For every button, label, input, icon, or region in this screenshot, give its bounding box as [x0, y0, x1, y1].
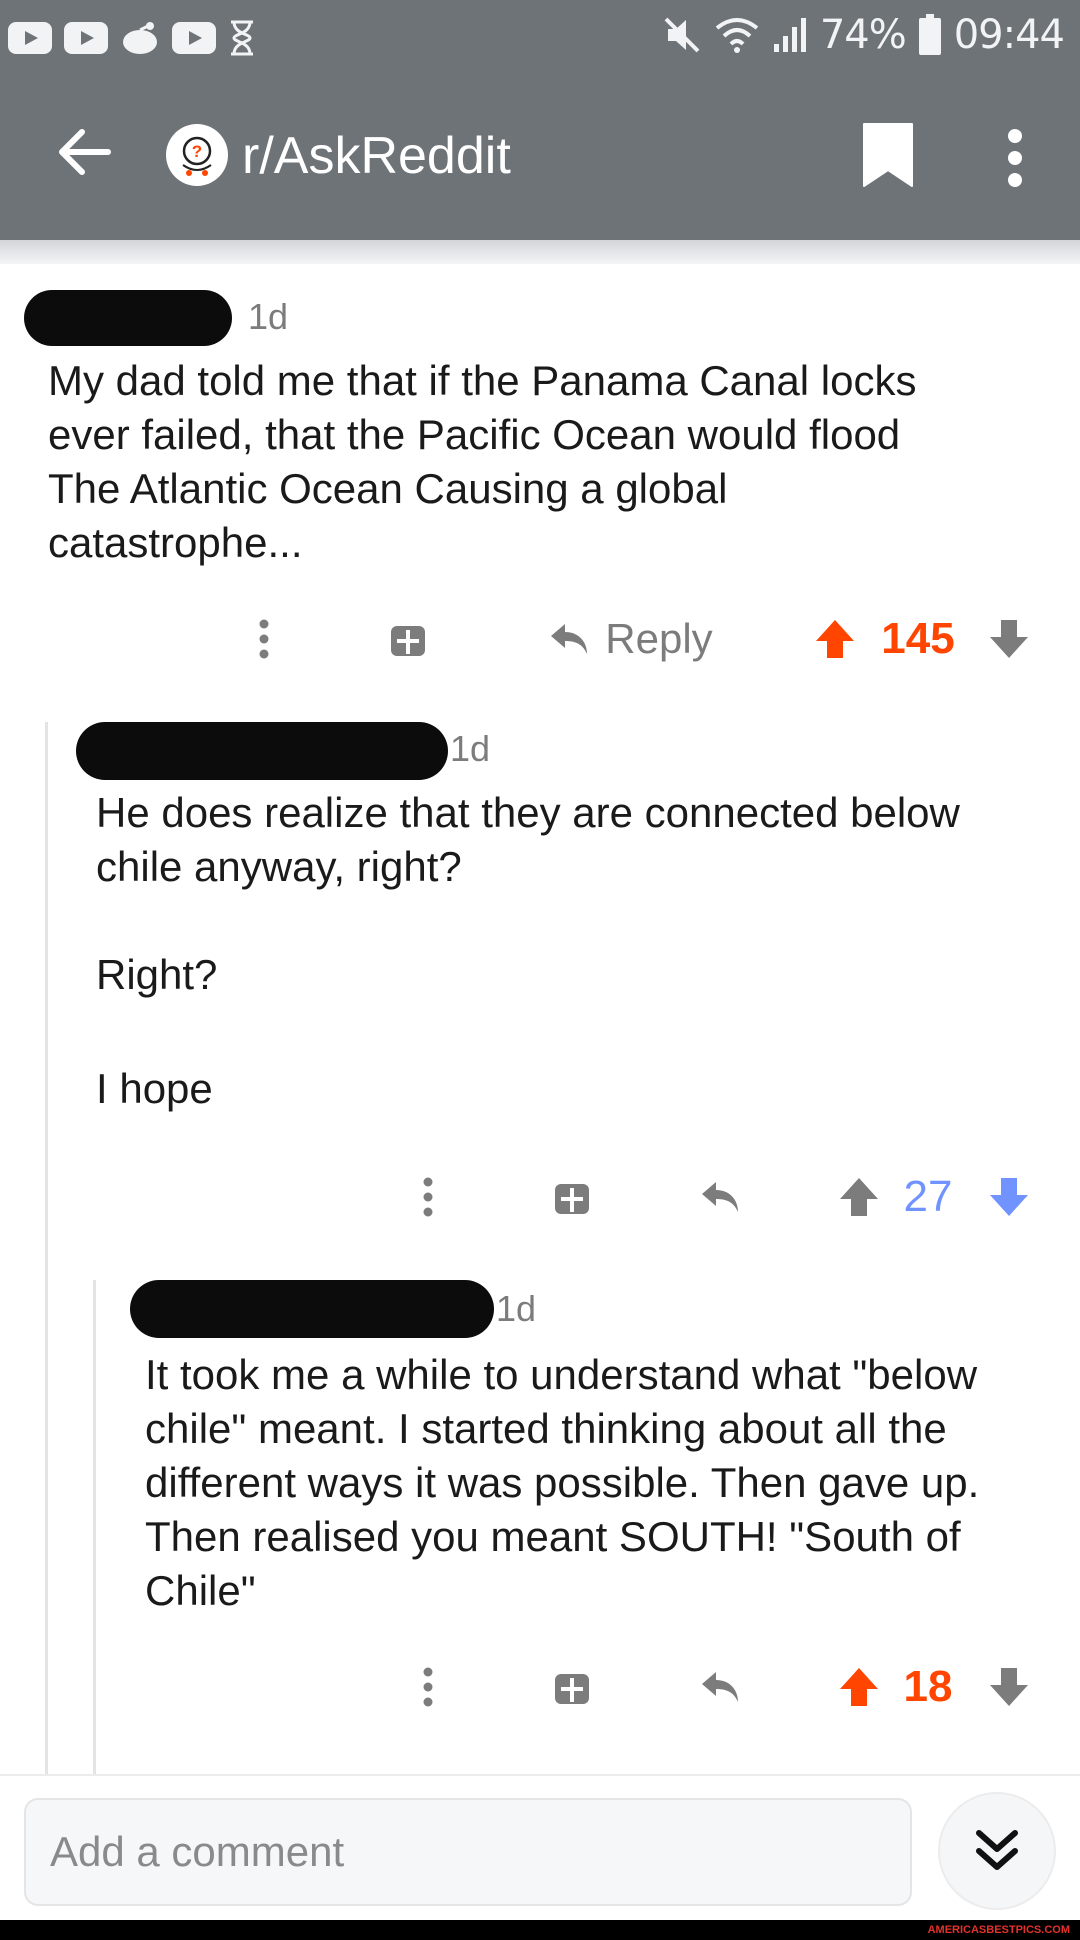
reply-button[interactable] [692, 1652, 748, 1722]
reddit-notification-icon [120, 20, 160, 56]
gift-icon [391, 626, 425, 656]
reply-icon [702, 1672, 738, 1702]
mute-icon [662, 17, 702, 53]
reply-label: Reply [605, 615, 713, 662]
comment-paragraph: It took me a while to understand what "b… [145, 1351, 980, 1614]
redacted-username [130, 1280, 494, 1338]
downvote-button[interactable] [984, 1162, 1034, 1232]
svg-text:?: ? [192, 142, 202, 161]
comment-paragraph: I hope [96, 1065, 213, 1112]
comment-age: 1d [496, 1288, 537, 1329]
redacted-username [24, 290, 232, 346]
award-button[interactable] [550, 1652, 594, 1722]
award-button[interactable] [550, 1162, 594, 1232]
more-vertical-icon [1008, 129, 1022, 187]
downvote-arrow-icon [990, 1668, 1028, 1706]
battery-percent: 74% [819, 12, 907, 58]
comment-paragraph: He does realize that they are connected … [96, 789, 960, 890]
vote-score: 145 [881, 614, 955, 663]
chevron-double-down-icon [976, 1830, 1018, 1870]
watermark-strip: AMERICASBESTPICS.COM [0, 1920, 1080, 1940]
bookmark-icon [863, 123, 913, 187]
gift-icon [555, 1184, 589, 1214]
vote-score: 27 [903, 1172, 953, 1221]
reply-button[interactable]: Reply [530, 604, 730, 674]
comment-paragraph: Right? [96, 951, 218, 998]
wifi-icon [714, 17, 760, 53]
comment-body: My dad told me that if the Panama Canal … [48, 354, 928, 570]
vote-score: 18 [903, 1662, 953, 1711]
app-bar: ? r/AskReddit [0, 76, 1080, 240]
status-bar: 74% 09:44 [0, 0, 1080, 76]
upvote-arrow-icon [816, 620, 854, 658]
comment-actions: 27 [48, 1162, 1080, 1232]
upvote-arrow-icon [840, 1668, 878, 1706]
more-options-button[interactable] [410, 1162, 446, 1232]
comment-age: 1d [450, 728, 491, 769]
youtube-notification-icon [172, 20, 216, 56]
downvote-button[interactable] [984, 604, 1034, 674]
more-vertical-icon [423, 1177, 433, 1217]
upvote-arrow-icon [840, 1178, 878, 1216]
comment-composer-bar [0, 1774, 1080, 1920]
more-options-button[interactable] [990, 120, 1040, 196]
app-bar-shadow [0, 240, 1080, 264]
signal-icon [772, 17, 808, 53]
gift-icon [555, 1674, 589, 1704]
upvote-button[interactable] [834, 1162, 884, 1232]
more-options-button[interactable] [246, 604, 282, 674]
comment-actions: Reply 145 [0, 604, 1080, 674]
notification-icons [8, 20, 256, 56]
reply-icon [702, 1182, 738, 1212]
watermark: AMERICASBESTPICS.COM [927, 1924, 1070, 1936]
back-button[interactable] [48, 116, 120, 188]
add-comment-input[interactable] [24, 1798, 912, 1906]
more-options-button[interactable] [410, 1652, 446, 1722]
subreddit-title[interactable]: r/AskReddit [242, 126, 511, 186]
downvote-arrow-icon [990, 620, 1028, 658]
comment-body: He does realize that they are connected … [96, 786, 1046, 1116]
upvote-button[interactable] [834, 1652, 884, 1722]
downvote-button[interactable] [984, 1652, 1034, 1722]
battery-icon [918, 14, 942, 55]
more-vertical-icon [423, 1667, 433, 1707]
comment-actions: 18 [96, 1652, 1080, 1722]
redacted-username [76, 722, 448, 780]
askreddit-logo-icon: ? [182, 136, 212, 176]
hourglass-icon [228, 20, 256, 56]
comment-body: It took me a while to understand what "b… [145, 1348, 1070, 1618]
reply-button[interactable] [692, 1162, 748, 1232]
comment-age: 1d [248, 296, 289, 337]
jump-next-comment-button[interactable] [938, 1792, 1056, 1910]
comment-paragraph: My dad told me that if the Panama Canal … [48, 357, 917, 566]
youtube-notification-icon [8, 20, 52, 56]
subreddit-avatar[interactable]: ? [166, 124, 228, 186]
more-vertical-icon [259, 619, 269, 659]
downvote-arrow-icon [990, 1178, 1028, 1216]
reply-icon [551, 624, 588, 654]
comment: 1d It took me a while to understand what… [96, 1266, 1080, 1736]
upvote-button[interactable] [810, 604, 860, 674]
system-status: 74% 09:44 [662, 12, 1065, 58]
clock: 09:44 [953, 12, 1065, 58]
comment: 1d He does realize that they are connect… [48, 710, 1080, 1270]
award-button[interactable] [386, 604, 430, 674]
bookmark-button[interactable] [860, 120, 916, 190]
comment: 1d My dad told me that if the Panama Can… [0, 264, 1080, 684]
youtube-notification-icon [64, 20, 108, 56]
arrow-left-icon [59, 129, 111, 175]
